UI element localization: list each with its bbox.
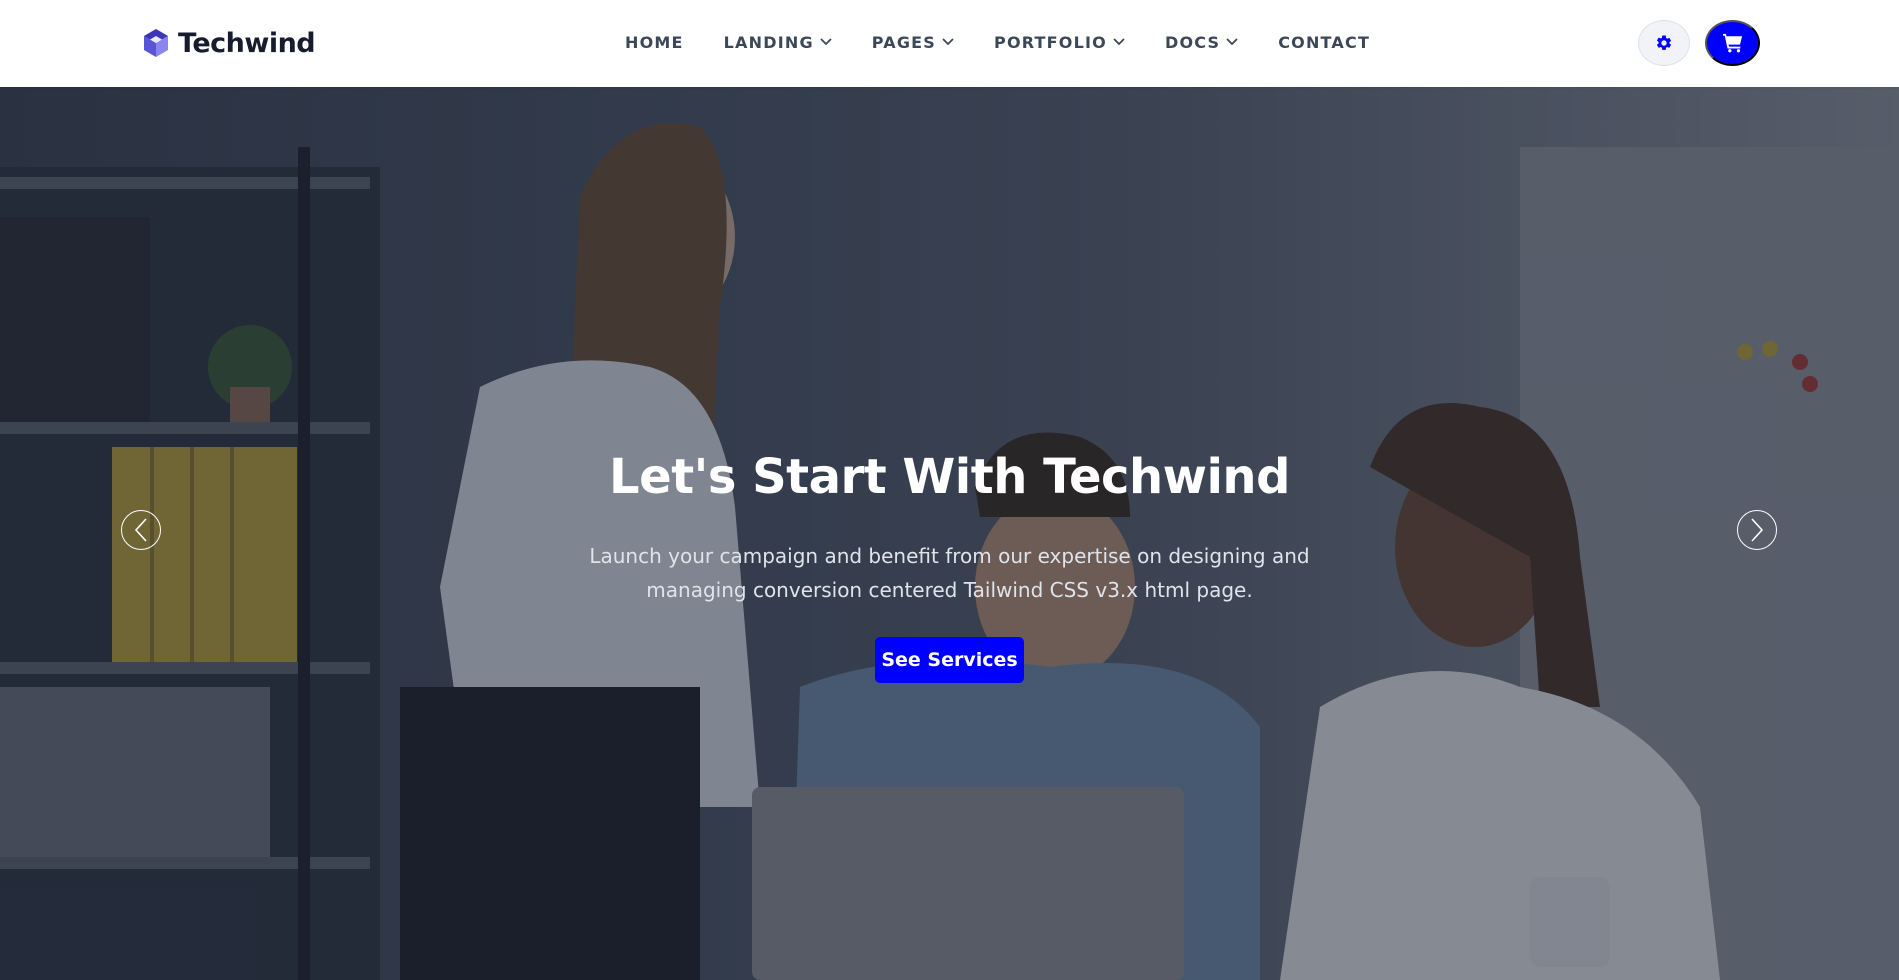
nav-item-landing[interactable]: LANDING (724, 33, 832, 52)
brand-logo-link[interactable]: Techwind (140, 26, 316, 60)
slider-next-button[interactable] (1737, 510, 1777, 550)
cart-button[interactable] (1705, 20, 1760, 66)
chevron-down-icon (820, 38, 832, 46)
chevron-down-icon (1113, 38, 1125, 46)
nav-item-portfolio[interactable]: PORTFOLIO (994, 33, 1125, 52)
hero-title: Let's Start With Techwind (609, 449, 1290, 505)
hero-description: Launch your campaign and benefit from ou… (589, 544, 1310, 602)
settings-button[interactable] (1638, 20, 1690, 66)
nav-item-home[interactable]: HOME (625, 33, 684, 52)
nav-item-label: PAGES (871, 32, 937, 52)
hero-slider: Let's Start With Techwind Launch your ca… (0, 87, 1899, 980)
techwind-logo-icon (144, 29, 168, 57)
chevron-left-icon (134, 518, 147, 542)
hero-dark-overlay (0, 87, 1899, 980)
nav-item-contact[interactable]: CONTACT (1278, 33, 1370, 52)
chevron-down-icon (1226, 38, 1238, 46)
see-services-button[interactable]: See Services (875, 637, 1024, 683)
nav-item-label: PORTFOLIO (994, 32, 1107, 52)
slider-prev-button[interactable] (121, 510, 161, 550)
nav-item-label: LANDING (723, 32, 814, 52)
chevron-down-icon (942, 38, 954, 46)
chevron-right-icon (1751, 518, 1764, 542)
top-navbar: Techwind HOME LANDING PAGES PORTFOLIO DO… (0, 0, 1899, 87)
gear-icon (1656, 35, 1672, 50)
shopping-cart-icon (1722, 33, 1742, 53)
nav-item-label: HOME (625, 32, 684, 52)
nav-item-label: CONTACT (1278, 32, 1371, 52)
nav-item-docs[interactable]: DOCS (1165, 33, 1238, 52)
brand-name: Techwind (178, 27, 316, 59)
nav-item-pages[interactable]: PAGES (872, 33, 954, 52)
nav-item-label: DOCS (1164, 32, 1221, 52)
main-navigation: HOME LANDING PAGES PORTFOLIO DOCS CONTAC… (625, 30, 1370, 54)
